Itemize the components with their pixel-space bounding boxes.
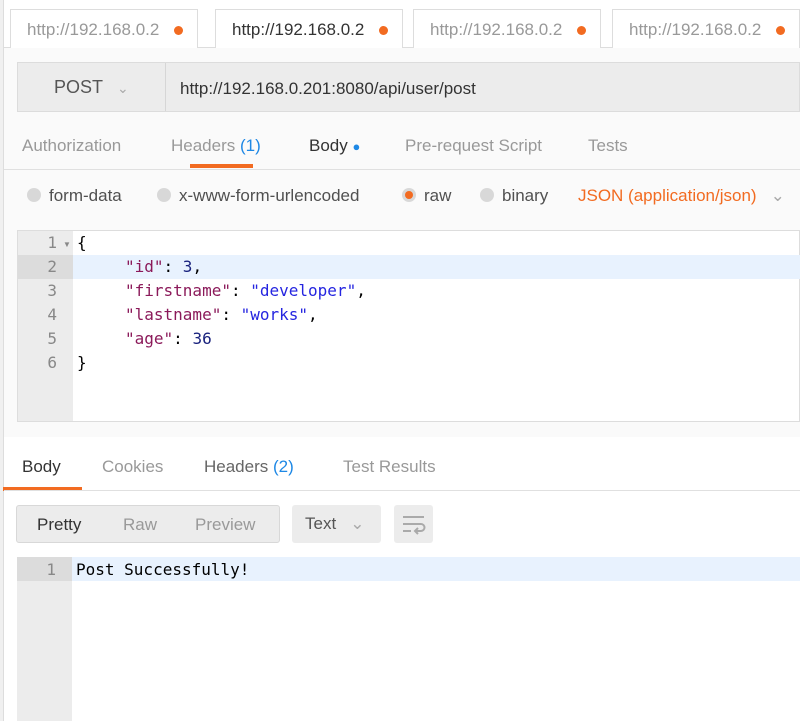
code-line: "id": 3, [125,255,202,279]
method-select[interactable]: POST⌄ [18,63,166,111]
code-line: { [77,231,87,255]
chevron-down-icon: ⌄ [117,80,129,96]
response-text: Post Successfully! [76,558,249,582]
response-body-viewer[interactable]: 1 Post Successfully! [17,557,800,721]
request-tab[interactable]: http://192.168.0.2 [612,9,800,49]
radio-raw[interactable]: raw [402,186,451,206]
chevron-down-icon: ⌄ [350,514,364,533]
unsaved-dot-icon [174,26,183,35]
code-line: "lastname": "works", [125,303,318,327]
line-number: 2 [18,255,73,279]
wrap-lines-button[interactable] [394,505,433,543]
line-number: 4 [18,303,73,327]
radio-urlencoded[interactable]: x-www-form-urlencoded [157,186,359,206]
unsaved-dot-icon [776,26,785,35]
wrap-lines-icon [394,505,433,543]
unsaved-dot-icon [577,26,586,35]
modified-dot-icon: ● [352,139,360,154]
tab-tests[interactable]: Tests [588,136,628,156]
tab-headers[interactable]: Headers (1) [171,136,261,156]
code-line: "firstname": "developer", [125,279,366,303]
url-input[interactable]: http://192.168.0.201:8080/api/user/post [180,79,476,99]
unsaved-dot-icon [379,26,388,35]
radio-selected-icon [402,188,416,202]
tab-body[interactable]: Body ● [309,136,360,156]
line-number: 6 [18,351,73,375]
url-bar: POST⌄ http://192.168.0.201:8080/api/user… [17,62,800,112]
radio-form-data[interactable]: form-data [27,186,122,206]
radio-icon [27,188,41,202]
resp-tab-cookies[interactable]: Cookies [102,457,163,477]
line-number: 1 [17,558,72,582]
divider [4,490,800,491]
request-tab-bar: http://192.168.0.2 http://192.168.0.2 ht… [4,0,800,48]
code-line: "age": 36 [125,327,212,351]
tab-prerequest-script[interactable]: Pre-request Script [405,136,542,156]
chevron-down-icon: ⌄ [771,186,785,205]
fold-arrow-icon[interactable]: ▼ [63,240,71,249]
content-type-select[interactable]: JSON (application/json)⌄ [578,186,785,206]
active-tab-indicator [190,164,253,168]
resp-tab-test-results[interactable]: Test Results [343,457,436,477]
line-number: 5 [18,327,73,351]
divider [4,169,800,170]
tab-authorization[interactable]: Authorization [22,136,121,156]
resp-tab-body[interactable]: Body [22,457,61,477]
request-tab[interactable]: http://192.168.0.2 [413,9,601,49]
resp-tab-headers[interactable]: Headers (2) [204,457,294,477]
pretty-button[interactable]: Pretty [37,515,81,535]
radio-binary[interactable]: binary [480,186,548,206]
radio-icon [157,188,171,202]
view-mode-toggle: Pretty Raw Preview [16,505,280,543]
code-line: } [77,351,87,375]
format-select[interactable]: Text⌄ [292,505,381,543]
radio-icon [480,188,494,202]
request-tab[interactable]: http://192.168.0.2 [10,9,198,49]
request-tab-active[interactable]: http://192.168.0.2 [215,9,403,50]
preview-button[interactable]: Preview [195,515,255,535]
request-body-editor[interactable]: 1 2 3 4 5 6 ▼ { "id": 3, "firstname": "d… [17,230,800,422]
line-number: 3 [18,279,73,303]
raw-button[interactable]: Raw [123,515,157,535]
